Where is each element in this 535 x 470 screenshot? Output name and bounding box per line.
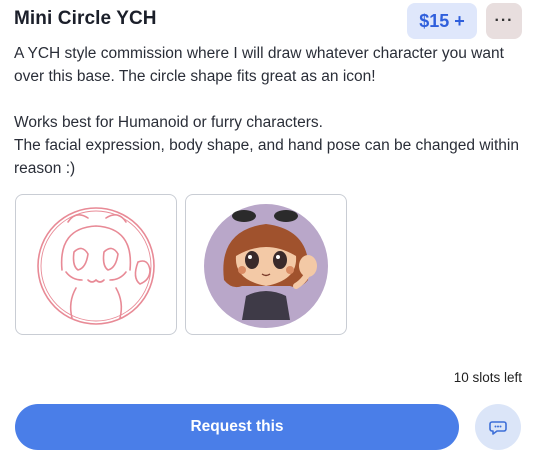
chat-icon [489, 421, 507, 435]
commission-title: Mini Circle YCH [14, 8, 157, 29]
commission-card: Mini Circle YCH $15 + ··· A YCH style co… [0, 0, 535, 470]
sketch-base-image [37, 206, 155, 325]
price-label: $15 + [419, 10, 465, 31]
thumbnail-sketch[interactable] [15, 194, 177, 335]
more-icon: ··· [494, 12, 514, 29]
commission-description: A YCH style commission where I will draw… [14, 42, 524, 180]
description-paragraph: A YCH style commission where I will draw… [14, 45, 504, 85]
description-line: Works best for Humanoid or furry charact… [14, 114, 323, 131]
price-button[interactable]: $15 + [407, 3, 477, 39]
request-button-label: Request this [190, 418, 284, 435]
more-options-button[interactable]: ··· [486, 3, 522, 39]
finished-example-image [204, 203, 328, 328]
slots-left-label: 10 slots left [453, 370, 522, 385]
thumbnail-example[interactable] [185, 194, 347, 335]
chat-button[interactable] [475, 404, 521, 450]
description-line: The facial expression, body shape, and h… [14, 137, 519, 177]
request-button[interactable]: Request this [15, 404, 459, 450]
